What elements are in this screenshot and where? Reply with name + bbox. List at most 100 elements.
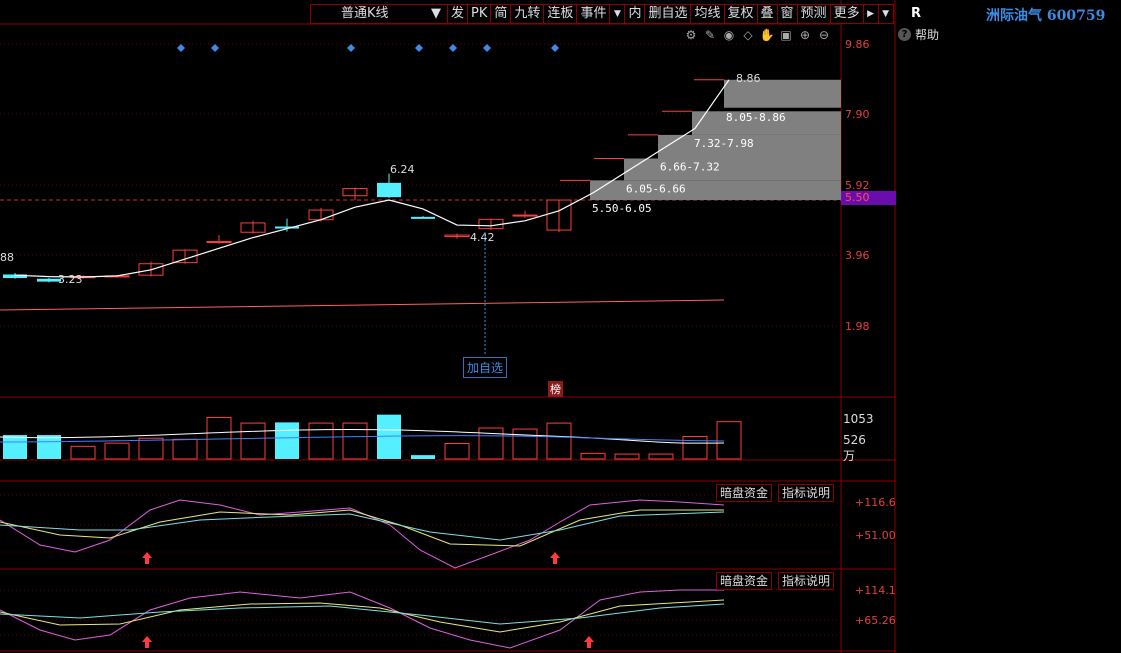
volume-tick: 526 xyxy=(843,433,866,447)
dark-money-button[interactable]: 暗盘资金 xyxy=(716,572,773,590)
volume-bar xyxy=(138,437,164,460)
volume-bar xyxy=(580,452,606,460)
event-marker xyxy=(347,44,355,52)
zoom-out-icon[interactable]: ⊖ xyxy=(816,27,832,43)
toolbar-item-shijian[interactable]: 事件 xyxy=(577,4,611,24)
candle-body xyxy=(377,182,401,198)
toolbar-item-ma[interactable]: 均线 xyxy=(691,4,725,24)
event-marker xyxy=(211,44,219,52)
limit-step-label: 8.05-8.86 xyxy=(726,111,786,124)
toolbar-item-jiuzhuan[interactable]: 九转 xyxy=(511,4,545,24)
toolbar-item-delete-watch[interactable]: 删自选 xyxy=(645,4,692,24)
limit-step-label: 7.32-7.98 xyxy=(694,137,754,150)
ma-line xyxy=(14,79,730,278)
lock-icon[interactable]: ▣ xyxy=(778,27,794,43)
ind2-tick: +65.26 xyxy=(855,614,896,627)
volume-bar xyxy=(275,422,299,459)
ind2-tick: +114.1 xyxy=(855,584,896,597)
buy-signal-arrow xyxy=(142,552,152,564)
price-annotation: 6.24 xyxy=(390,163,415,176)
candle-body xyxy=(206,241,232,244)
ma-long-line xyxy=(0,299,725,311)
event-marker xyxy=(415,44,423,52)
right-panel xyxy=(896,0,1121,653)
help-icon: ? xyxy=(898,28,911,41)
toolbar-item-pk[interactable]: PK xyxy=(468,4,492,24)
indicator-line xyxy=(0,499,725,569)
event-marker xyxy=(551,44,559,52)
volume-bar xyxy=(104,442,130,460)
indicator-help-button[interactable]: 指标说明 xyxy=(778,572,835,590)
pen-icon[interactable]: ✎ xyxy=(702,27,718,43)
limit-step-label: 5.50-6.05 xyxy=(592,202,652,215)
zoom-in-icon[interactable]: ⊕ xyxy=(797,27,813,43)
buy-signal-arrow xyxy=(550,552,560,564)
volume-bar xyxy=(648,453,674,460)
buy-signal-arrow xyxy=(142,636,152,648)
price-tick: 1.98 xyxy=(845,320,870,333)
eye-icon[interactable]: ◉ xyxy=(721,27,737,43)
add-watchlist-button[interactable]: 加自选 xyxy=(463,357,508,378)
help-link[interactable]: ? 帮助 xyxy=(898,26,939,43)
eraser-icon[interactable]: ◇ xyxy=(740,27,756,43)
volume-bar xyxy=(411,455,435,459)
candle-body xyxy=(512,214,538,217)
indicator-line xyxy=(0,511,725,541)
toolbar-item-jian[interactable]: 简 xyxy=(491,4,512,24)
toolbar-item-fa[interactable]: 发 xyxy=(448,4,469,24)
toolbar-item-overlay[interactable]: 叠 xyxy=(757,4,778,24)
limit-step-label: 6.66-7.32 xyxy=(660,161,720,174)
ind1-tick: +116.6 xyxy=(855,496,896,509)
volume-bar xyxy=(546,422,572,460)
indicator-help-button[interactable]: 指标说明 xyxy=(778,484,835,502)
volume-tick: 1053 xyxy=(843,412,874,426)
kline-type-label: 普通K线 xyxy=(341,6,389,21)
price-tick: 9.86 xyxy=(845,38,870,51)
dark-money-button[interactable]: 暗盘资金 xyxy=(716,484,773,502)
volume-bar xyxy=(70,445,96,460)
chevron-down-icon[interactable]: ▼ xyxy=(610,4,626,24)
stock-name: 洲际油气 600759 xyxy=(986,8,1106,24)
toolbar-item-predict[interactable]: 预测 xyxy=(797,4,831,24)
indicator-line xyxy=(0,589,724,649)
toolbar-item-fuquan[interactable]: 复权 xyxy=(724,4,758,24)
chevron-down-icon[interactable]: ▼ xyxy=(878,4,894,24)
volume-bar xyxy=(377,414,401,459)
volume-bar xyxy=(37,435,61,459)
volume-bar xyxy=(3,435,27,459)
current-price-tag: 5.50 xyxy=(841,191,896,205)
toolbar-item-window[interactable]: 窗 xyxy=(777,4,798,24)
ind1-tick: +51.00 xyxy=(855,529,896,542)
volume-bar xyxy=(444,443,470,460)
price-annotation: 3.23 xyxy=(58,273,83,286)
volume-bar xyxy=(512,428,538,460)
volume-bar xyxy=(614,453,640,460)
chevron-down-icon: ▼ xyxy=(431,6,441,21)
event-marker xyxy=(177,44,185,52)
volume-unit: 万 xyxy=(843,449,856,463)
price-tick: 3.96 xyxy=(845,249,870,262)
volume-bar xyxy=(172,438,198,460)
limit-step-label: 6.05-6.66 xyxy=(626,182,686,195)
toolbar-item-more[interactable]: 更多 xyxy=(830,4,864,24)
volume-bar xyxy=(206,416,232,460)
price-annotation: 4.42 xyxy=(470,231,495,244)
limit-step xyxy=(624,158,841,181)
hand-icon[interactable]: ✋ xyxy=(759,27,775,43)
chart-toolbar: 普通K线 ▼ 发 PK 简 九转 连板 事件 ▼ 内 删自选 均线 复权 叠 窗 … xyxy=(310,4,894,24)
volume-bar xyxy=(716,421,742,460)
buy-signal-arrow xyxy=(584,636,594,648)
toolbar-item-nei[interactable]: 内 xyxy=(625,4,646,24)
settings-icon[interactable]: ⚙ xyxy=(683,27,699,43)
collapse-icon[interactable]: ▶ xyxy=(863,4,879,24)
help-label: 帮助 xyxy=(915,28,940,42)
volume-bar xyxy=(342,422,368,460)
right-label: R xyxy=(911,6,922,21)
toolbar-item-lianban[interactable]: 连板 xyxy=(544,4,578,24)
price-tick: 7.90 xyxy=(845,108,870,121)
chart-icon-bar: ⚙ ✎ ◉ ◇ ✋ ▣ ⊕ ⊖ xyxy=(683,27,832,43)
volume-bar xyxy=(308,422,334,460)
rank-badge[interactable]: 榜 xyxy=(548,381,563,397)
price-annotation: 88 xyxy=(0,251,14,264)
kline-type-select[interactable]: 普通K线 ▼ xyxy=(310,4,448,24)
